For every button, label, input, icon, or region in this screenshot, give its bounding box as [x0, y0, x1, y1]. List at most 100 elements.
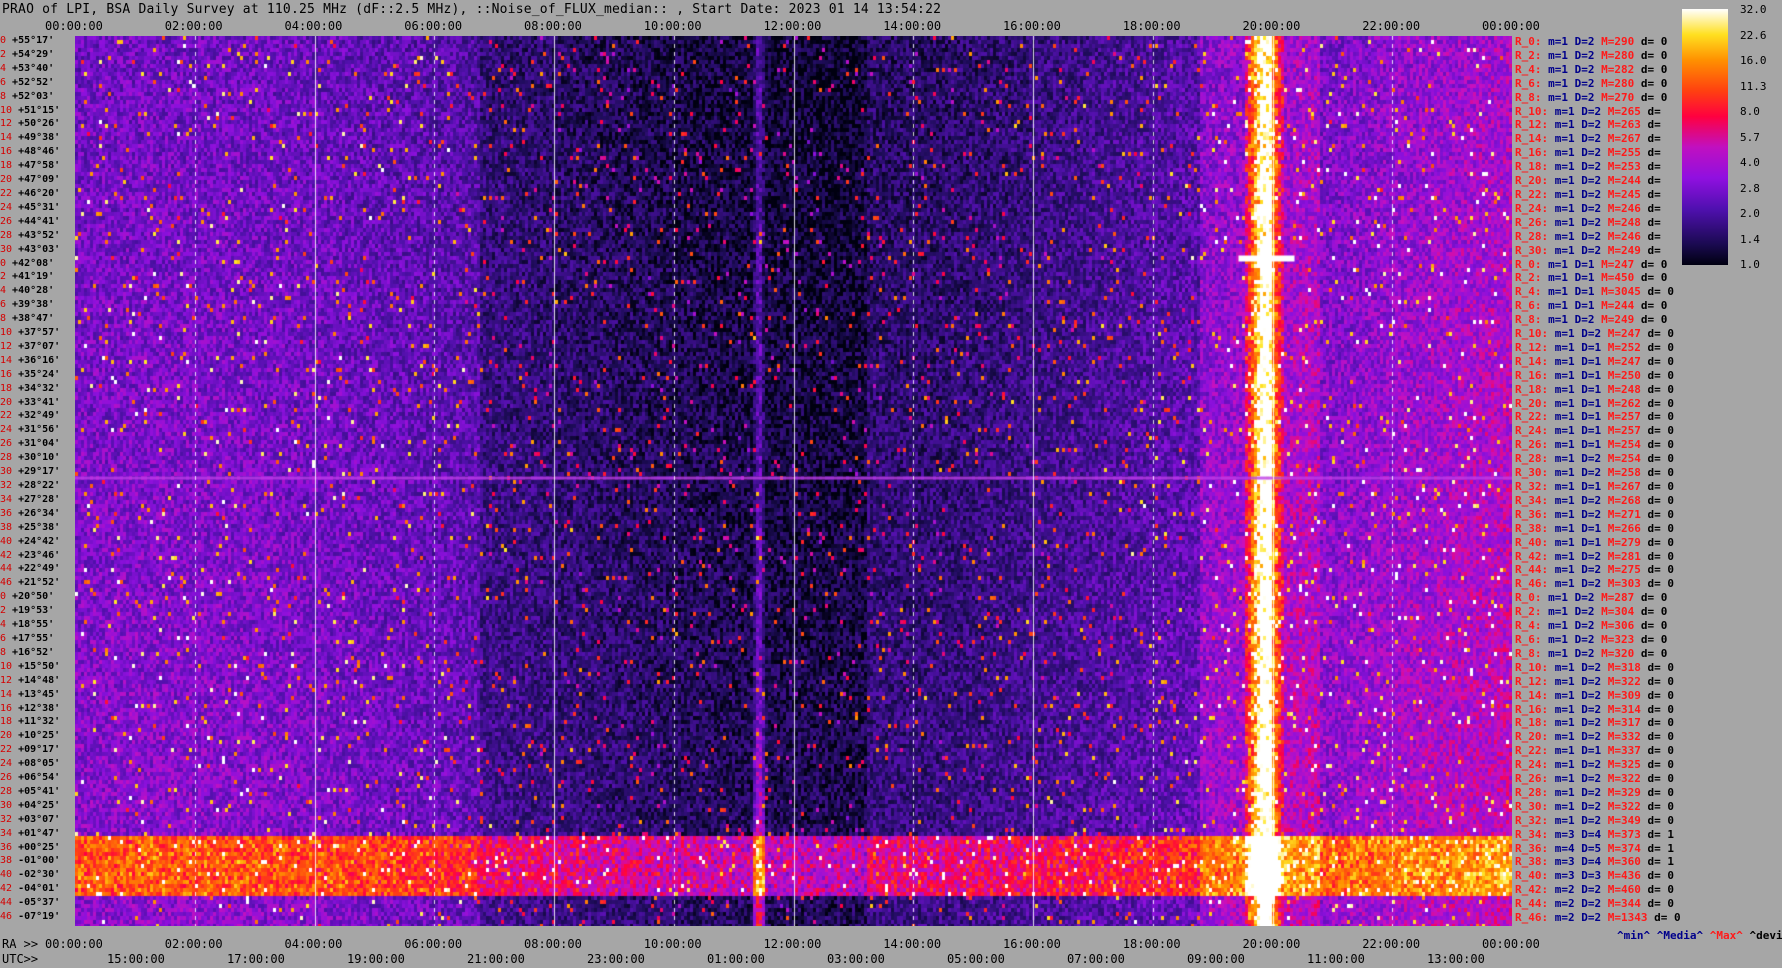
row-stat-part: m=1: [1554, 480, 1582, 493]
row-stat-part: M=349: [1607, 813, 1648, 827]
row-stat-part: R_30:: [1515, 799, 1555, 813]
row-stat-part: m=1: [1554, 354, 1582, 368]
row-stat-part: R_34:: [1515, 493, 1555, 507]
dec-label: 32 +28°22': [0, 481, 60, 491]
row-stat-part: m=1: [1548, 646, 1575, 660]
row-stat-part: R_12:: [1515, 118, 1555, 132]
colorbar-tick: 5.7: [1740, 130, 1760, 144]
row-stat-part: m=1: [1554, 799, 1582, 813]
row-stat-part: d= 0: [1640, 35, 1668, 48]
dec-label: 18 +11°32': [0, 717, 60, 727]
dec-value: +37°07': [18, 340, 61, 352]
dec-label: 8 +52°03': [0, 91, 54, 102]
row-stat-part: R_14:: [1515, 354, 1555, 368]
row-stat-label: R_16: m=1 D=2 M=314 d= 0: [1515, 702, 1674, 716]
dec-label: 14 +49°38': [0, 133, 60, 143]
row-stat-part: M=262: [1607, 396, 1648, 410]
dec-row-index: 20: [0, 730, 19, 742]
row-stat-part: m=1: [1554, 507, 1582, 521]
bottom-ra-tick: 18:00:00: [1122, 937, 1181, 951]
legend-max: ^Max^: [1709, 929, 1743, 942]
row-stat-part: R_16:: [1515, 368, 1555, 382]
top-ra-tick: 22:00:00: [1362, 19, 1421, 33]
row-stat-part: D=2: [1581, 772, 1608, 786]
row-stat-part: m=1: [1548, 76, 1575, 90]
row-stat-label: R_2: m=1 D=2 M=280 d= 0: [1515, 49, 1667, 62]
row-stat-part: d= 0: [1640, 619, 1668, 633]
row-stat-part: M=271: [1607, 507, 1648, 521]
dec-value: +31°04': [18, 438, 61, 450]
row-stat-part: R_18:: [1515, 716, 1555, 730]
row-stat-part: m=1: [1554, 340, 1582, 354]
row-stat-part: m=1: [1554, 744, 1582, 758]
dec-value: +45°31': [18, 201, 61, 213]
row-stat-label: R_10: m=1 D=2 M=318 d= 0: [1515, 661, 1674, 674]
row-stat-part: d=: [1647, 132, 1661, 146]
row-stat-part: D=1: [1581, 354, 1608, 368]
dec-label: 22 +46°20': [0, 188, 60, 199]
spectrogram-heatmap: [75, 36, 1512, 926]
row-stat-label: R_32: m=1 D=2 M=349 d= 0: [1515, 813, 1674, 827]
row-stat-part: m=1: [1554, 187, 1582, 201]
colorbar-tick: 2.8: [1740, 181, 1760, 195]
dec-row-index: 2: [0, 48, 13, 60]
row-stat-label: R_46: m=2 D=2 M=1343 d= 0: [1515, 912, 1681, 924]
row-stat-part: R_8:: [1515, 313, 1549, 327]
row-stat-part: D=2: [1581, 716, 1608, 730]
row-stat-part: D=2: [1581, 911, 1608, 925]
dec-row-index: 24: [0, 201, 19, 213]
dec-label: 40 +24°42': [0, 536, 60, 547]
row-stat-part: R_36:: [1515, 841, 1555, 855]
top-ra-tick: 02:00:00: [164, 19, 223, 33]
row-stat-part: D=2: [1581, 452, 1608, 466]
row-stat-part: R_28:: [1515, 229, 1555, 243]
dec-label: 18 +34°32': [0, 383, 60, 394]
row-stat-part: d= 0: [1647, 382, 1675, 396]
row-stat-label: R_36: m=4 D=5 M=374 d= 1: [1515, 841, 1674, 855]
dec-value: +41°19': [12, 271, 55, 283]
row-stat-part: M=267: [1607, 480, 1648, 493]
row-stat-part: D=2: [1581, 146, 1608, 160]
row-stat-part: R_6:: [1515, 76, 1549, 90]
row-stat-part: D=2: [1581, 466, 1608, 480]
row-stat-part: R_6:: [1515, 299, 1549, 313]
row-stat-part: D=2: [1581, 229, 1608, 243]
dec-label: 34 +27°28': [0, 494, 60, 505]
dec-label: 4 +53°40': [0, 63, 54, 74]
dec-label: 28 +43°52': [0, 229, 60, 241]
dec-value: +05°41': [18, 785, 61, 797]
dec-label: 2 +19°53': [0, 606, 54, 616]
row-stat-part: D=2: [1581, 243, 1608, 257]
row-stat-label: R_44: m=2 D=2 M=344 d= 0: [1515, 898, 1674, 910]
dec-value: +31°56': [18, 424, 61, 436]
row-stat-part: R_16:: [1515, 702, 1555, 716]
dec-value: +47°09': [18, 174, 61, 186]
bottom-ra-tick: 20:00:00: [1242, 937, 1301, 951]
row-stat-part: R_24:: [1515, 201, 1555, 215]
utc-tick: 11:00:00: [1307, 952, 1365, 966]
row-stat-part: R_20:: [1515, 730, 1555, 744]
legend-median: ^Media^: [1656, 929, 1704, 942]
dec-label: 36 +26°34': [0, 508, 60, 519]
row-stat-part: D=2: [1581, 674, 1608, 688]
dec-row-index: 42: [0, 883, 19, 895]
row-stat-part: M=245: [1607, 187, 1648, 201]
row-stat-part: M=252: [1607, 340, 1648, 354]
row-stat-part: M=266: [1607, 521, 1648, 535]
dec-label: 14 +36°16': [0, 355, 60, 366]
row-stat-part: D=2: [1581, 758, 1608, 772]
row-stat-part: R_24:: [1515, 758, 1555, 772]
dec-row-index: 0: [0, 591, 13, 603]
top-ra-tick: 04:00:00: [284, 19, 343, 33]
row-stat-part: d= 0: [1647, 716, 1675, 730]
dec-row-index: 38: [0, 521, 19, 533]
dec-row-index: 28: [0, 229, 19, 241]
dec-label: 6 +39°38': [0, 300, 54, 310]
row-stat-part: m=1: [1554, 146, 1582, 160]
row-stat-part: R_24:: [1515, 424, 1555, 438]
legend-min: ^min^: [1617, 929, 1651, 942]
dec-label: 20 +33°41': [0, 397, 60, 408]
row-stat-label: R_42: m=1 D=2 M=281 d= 0: [1515, 550, 1674, 563]
bottom-ra-tick: 00:00:00: [45, 937, 103, 951]
bottom-ra-tick: 16:00:00: [1003, 937, 1061, 951]
